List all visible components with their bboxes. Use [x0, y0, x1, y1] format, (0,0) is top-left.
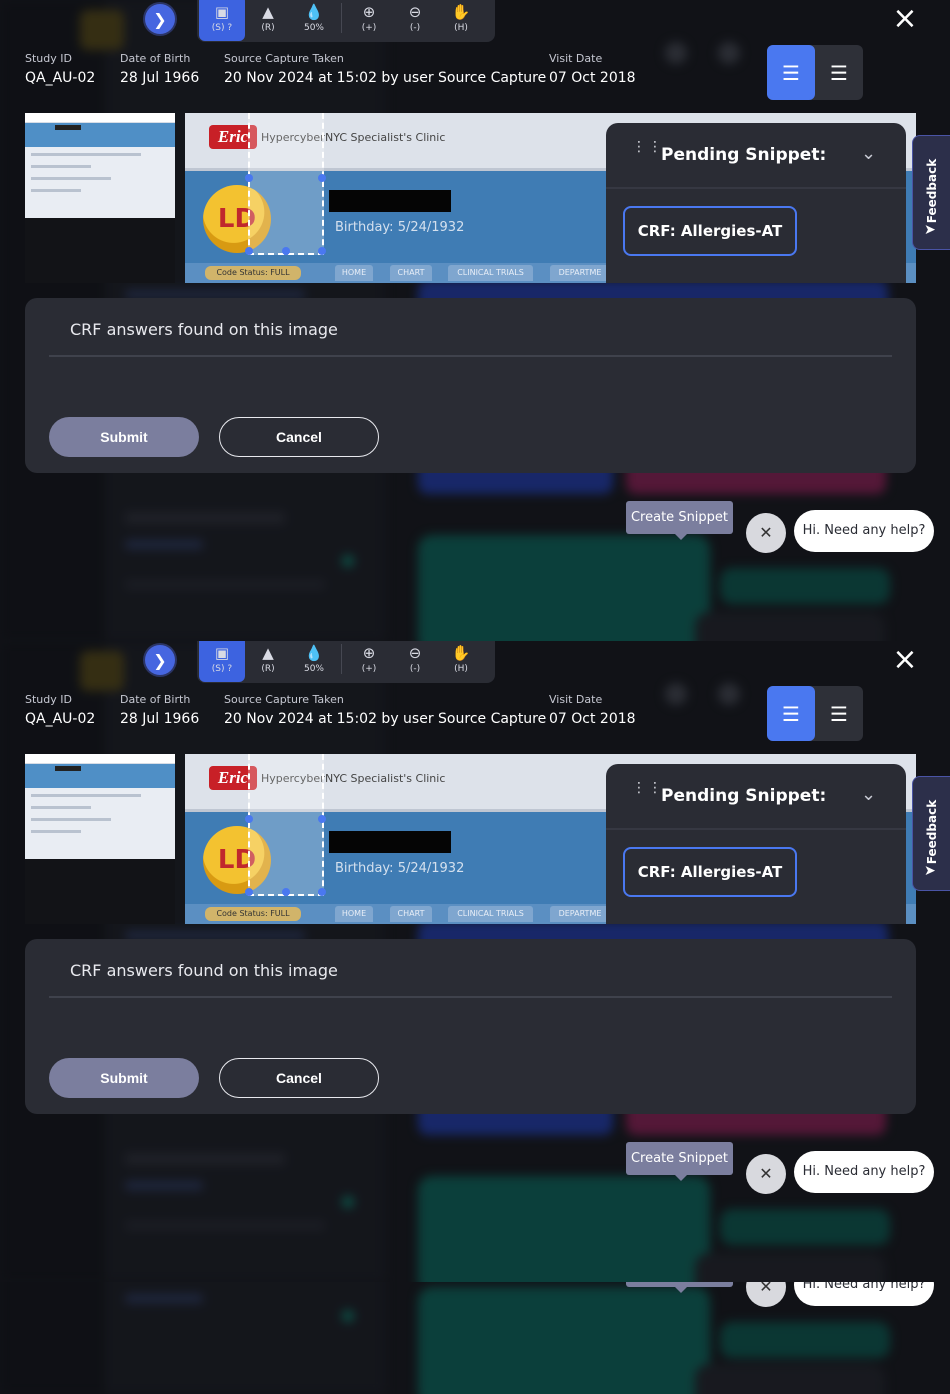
close-icon[interactable]: × [890, 645, 920, 675]
next-button[interactable]: ❯ [145, 645, 175, 675]
redaction-box [329, 831, 451, 853]
next-button[interactable]: ❯ [145, 4, 175, 34]
submit-button[interactable]: Submit [49, 1058, 199, 1098]
view-toggle: ☰ ☰ [767, 686, 863, 741]
crop-tool-button[interactable]: ▣ (S) ? [199, 0, 245, 41]
help-close-button[interactable]: ✕ [746, 513, 786, 553]
crf-chip[interactable]: CRF: Allergies-AT [623, 847, 797, 897]
close-icon: ✕ [759, 523, 773, 542]
selection-box[interactable] [245, 113, 326, 255]
close-icon[interactable]: × [890, 4, 920, 34]
crf-answers-panel: CRF answers found on this image Submit C… [25, 939, 916, 1114]
create-snippet-tooltip: Create Snippet [626, 1142, 733, 1181]
source-capture-taken: Source Capture Taken 20 Nov 2024 at 15:02… [224, 693, 547, 727]
source-capture-modal-frame-2: ❯ ▣ (S) ? ▲ (R) 💧 50% ⊕ (+) ⊖ (-) ✋ (H) × Stu… [0, 641, 950, 1282]
visit-date: Visit Date 07 Oct 2018 [549, 52, 636, 86]
snippet-view-button[interactable]: ☰ [767, 686, 815, 741]
zoom-in-icon: ⊕ [362, 2, 376, 21]
selection-box[interactable] [245, 754, 326, 896]
snippet-view-button[interactable]: ☰ [767, 45, 815, 100]
redact-tool-button[interactable]: ▲ (R) [245, 0, 291, 41]
opacity-icon: 💧 [304, 2, 324, 21]
feedback-tab[interactable]: Feedback ➤ [912, 776, 950, 891]
drag-handle-icon[interactable]: ⋮⋮ [632, 140, 662, 167]
zoom-in-icon: ⊕ [362, 643, 376, 662]
cancel-button[interactable]: Cancel [219, 417, 379, 457]
create-snippet-tooltip: Create Snippet [626, 1282, 733, 1293]
crf-answers-panel: CRF answers found on this image Submit C… [25, 298, 916, 473]
indent-list-icon: ☰ [782, 60, 800, 85]
redact-icon: ▲ [262, 643, 274, 662]
chevron-right-icon: ❯ [153, 650, 167, 670]
chevron-right-icon: ❯ [153, 9, 167, 29]
zoom-out-button[interactable]: ⊖ (-) [392, 0, 438, 41]
hand-icon: ✋ [451, 2, 471, 21]
zoom-out-button[interactable]: ⊖ (-) [392, 641, 438, 682]
list-view-button[interactable]: ☰ [815, 686, 863, 741]
help-chat-bubble[interactable]: Hi. Need any help? [794, 1151, 934, 1193]
pan-tool-button[interactable]: ✋ (H) [438, 0, 484, 41]
opacity-icon: 💧 [304, 643, 324, 662]
image-thumbnail[interactable] [25, 754, 175, 859]
help-icon[interactable]: ? [227, 23, 232, 33]
crop-tool-button[interactable]: ▣ (S) ? [199, 641, 245, 682]
redact-tool-button[interactable]: ▲ (R) [245, 641, 291, 682]
study-id: Study ID QA_AU-02 [25, 52, 96, 86]
chevron-down-icon[interactable]: ⌄ [861, 143, 876, 164]
send-icon: ➤ [924, 222, 936, 238]
opacity-tool-button[interactable]: 💧 50% [291, 0, 337, 41]
submit-button[interactable]: Submit [49, 417, 199, 457]
crop-icon: ▣ [214, 2, 230, 21]
source-capture-taken: Source Capture Taken 20 Nov 2024 at 15:02… [224, 52, 547, 86]
pending-snippet-panel: ⋮⋮ Pending Snippet: ⌄ CRF: Allergies-AT [606, 123, 906, 283]
view-toggle: ☰ ☰ [767, 45, 863, 100]
zoom-in-button[interactable]: ⊕ (+) [346, 0, 392, 41]
crf-answers-input[interactable]: CRF answers found on this image [70, 320, 338, 339]
source-capture-modal-frame-1: ❯ ▣ (S) ? ▲ (R) 💧 50% ⊕ (+) ⊖ (-) ✋ (H) × Stu… [0, 0, 950, 641]
crop-icon: ▣ [214, 643, 230, 662]
feedback-tab[interactable]: Feedback ➤ [912, 135, 950, 250]
pending-snippet-panel: ⋮⋮ Pending Snippet: ⌄ CRF: Allergies-AT [606, 764, 906, 924]
source-capture-modal-frame-3: Create Snippet ✕ Hi. Need any help? [0, 1282, 950, 1394]
study-id: Study ID QA_AU-02 [25, 693, 96, 727]
chevron-down-icon[interactable]: ⌄ [861, 784, 876, 805]
cancel-button[interactable]: Cancel [219, 1058, 379, 1098]
indent-list-icon: ☰ [782, 701, 800, 726]
image-thumbnail[interactable] [25, 113, 175, 218]
zoom-in-button[interactable]: ⊕ (+) [346, 641, 392, 682]
help-chat-bubble[interactable]: Hi. Need any help? [794, 510, 934, 552]
create-snippet-tooltip: Create Snippet [626, 501, 733, 540]
list-view-button[interactable]: ☰ [815, 45, 863, 100]
drag-handle-icon[interactable]: ⋮⋮ [632, 781, 662, 808]
list-icon: ☰ [830, 701, 848, 726]
help-chat-bubble[interactable]: Hi. Need any help? [794, 1282, 934, 1306]
zoom-out-icon: ⊖ [408, 643, 422, 662]
redaction-box [329, 190, 451, 212]
send-icon: ➤ [924, 863, 936, 879]
crf-answers-input[interactable]: CRF answers found on this image [70, 961, 338, 980]
help-icon[interactable]: ? [227, 664, 232, 674]
opacity-tool-button[interactable]: 💧 50% [291, 641, 337, 682]
date-of-birth: Date of Birth 28 Jul 1966 [120, 52, 200, 86]
image-toolbar: ▣ (S) ? ▲ (R) 💧 50% ⊕ (+) ⊖ (-) ✋ (H) [197, 641, 495, 683]
crf-chip[interactable]: CRF: Allergies-AT [623, 206, 797, 256]
image-toolbar: ▣ (S) ? ▲ (R) 💧 50% ⊕ (+) ⊖ (-) ✋ (H) [197, 0, 495, 42]
close-icon: ✕ [759, 1164, 773, 1183]
list-icon: ☰ [830, 60, 848, 85]
close-icon: ✕ [759, 1282, 773, 1296]
help-close-button[interactable]: ✕ [746, 1154, 786, 1194]
pan-tool-button[interactable]: ✋ (H) [438, 641, 484, 682]
date-of-birth: Date of Birth 28 Jul 1966 [120, 693, 200, 727]
redact-icon: ▲ [262, 2, 274, 21]
visit-date: Visit Date 07 Oct 2018 [549, 693, 636, 727]
zoom-out-icon: ⊖ [408, 2, 422, 21]
hand-icon: ✋ [451, 643, 471, 662]
